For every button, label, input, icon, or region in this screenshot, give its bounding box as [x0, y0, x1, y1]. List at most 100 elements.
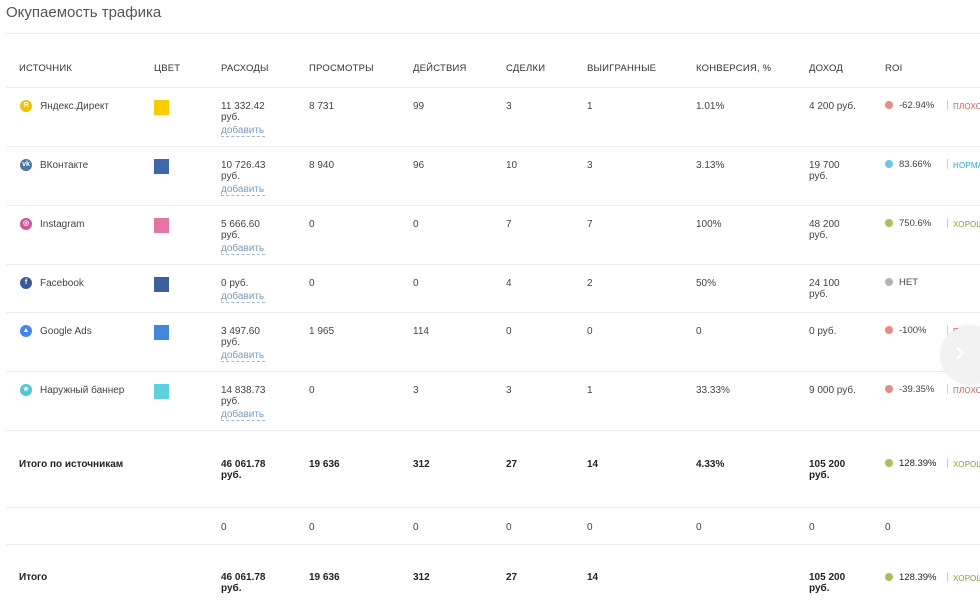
roi-status-label: ПЛОХО [953, 102, 980, 111]
views-cell: 0 [309, 385, 315, 396]
col-actions-header: ДЕЙСТВИЯ [413, 63, 467, 74]
table-row: ★ Наружный баннер 14 838.73 руб. добавить … [6, 372, 980, 431]
actions-cell: 3 [413, 385, 419, 396]
subtotal-roi: 128.39% [899, 458, 937, 469]
conversion-cell: 100% [696, 219, 722, 230]
roi-value: НЕТ [899, 277, 918, 288]
google-ads-icon: ▲ [20, 325, 32, 337]
actions-cell: 0 [413, 219, 419, 230]
total-actions: 312 [413, 572, 430, 583]
conversion-cell: 33.33% [696, 385, 730, 396]
roi-status-dot [885, 160, 893, 168]
page-title: Окупаемость трафика [6, 4, 162, 21]
col-roi-header: ROI [885, 63, 903, 74]
roi-separator [947, 100, 948, 110]
source-name: ВКонтакте [40, 160, 89, 171]
total-roi-status: ХОРОШО [953, 574, 980, 583]
cost-cell: 11 332.42 руб. добавить [221, 101, 265, 137]
conversion-cell: 1.01% [696, 101, 725, 112]
cost-cell: 14 838.73 руб. добавить [221, 385, 266, 421]
subtotal-roi-status: ХОРОШО [953, 460, 980, 469]
add-cost-link[interactable]: добавить [221, 291, 265, 303]
roi-value: 83.66% [899, 159, 932, 170]
roi-separator [947, 384, 948, 394]
other-won: 0 [587, 522, 593, 533]
total-won: 14 [587, 572, 599, 583]
other-views: 0 [309, 522, 315, 533]
cost-cell: 5 666.60 руб. добавить [221, 219, 265, 255]
total-roi: 128.39% [899, 572, 937, 583]
source-name: Наружный баннер [40, 385, 125, 396]
subtotal-roi-separator [947, 458, 948, 468]
cost-cell: 0 руб. добавить [221, 278, 265, 303]
views-cell: 0 [309, 219, 315, 230]
total-roi-separator [947, 572, 948, 582]
subtotal-row: Итого по источникам 46 061.78 руб. 19 636… [6, 431, 980, 508]
subtotal-conversion: 4.33% [696, 459, 725, 470]
deals-cell: 0 [506, 326, 512, 337]
add-cost-link[interactable]: добавить [221, 350, 265, 362]
income-cell: 19 700 руб. [809, 160, 840, 182]
instagram-icon: ◎ [20, 218, 32, 230]
total-cost: 46 061.78 руб. [221, 572, 266, 594]
table-row: ▲ Google Ads 3 497.60 руб. добавить 1 965 … [6, 313, 980, 372]
table-header: ИСТОЧНИК ЦВЕТ РАСХОДЫ ПРОСМОТРЫ ДЕЙСТВИЯ… [6, 34, 980, 88]
yandex-icon: Я [20, 100, 32, 112]
subtotal-income: 105 200 руб. [809, 459, 846, 481]
total-views: 19 636 [309, 572, 340, 583]
won-cell: 1 [587, 101, 593, 112]
roi-status-dot [885, 326, 893, 334]
roi-status-label: НОРМАЛЬНО [953, 161, 980, 170]
col-income-header: ДОХОД [809, 63, 844, 74]
col-cost-header: РАСХОДЫ [221, 63, 269, 74]
deals-cell: 7 [506, 219, 512, 230]
roi-value: -100% [899, 325, 927, 336]
actions-cell: 114 [413, 326, 429, 337]
roi-status-dot [885, 101, 893, 109]
source-color-swatch [154, 384, 169, 399]
income-cell: 9 000 руб. [809, 385, 856, 396]
total-deals: 27 [506, 572, 518, 583]
star-icon: ★ [20, 384, 32, 396]
source-color-swatch [154, 218, 169, 233]
roi-value: -62.94% [899, 100, 935, 111]
actions-cell: 0 [413, 278, 419, 289]
col-deals-header: СДЕЛКИ [506, 63, 546, 74]
subtotal-views: 19 636 [309, 459, 340, 470]
won-cell: 2 [587, 278, 593, 289]
col-views-header: ПРОСМОТРЫ [309, 63, 374, 74]
conversion-cell: 0 [696, 326, 702, 337]
add-cost-link[interactable]: добавить [221, 409, 265, 421]
roi-status-dot [885, 385, 893, 393]
income-cell: 24 100 руб. [809, 278, 840, 300]
subtotal-roi-dot [885, 459, 893, 467]
deals-cell: 10 [506, 160, 518, 171]
table-row: f Facebook 0 руб. добавить 0 0 4 2 50% 24… [6, 265, 980, 313]
add-cost-link[interactable]: добавить [221, 184, 265, 196]
total-row: Итого 46 061.78 руб. 19 636 312 27 14 105… [6, 545, 980, 606]
col-source-header: ИСТОЧНИК [19, 63, 73, 74]
subtotal-actions: 312 [413, 459, 430, 470]
subtotal-label: Итого по источникам [19, 459, 124, 470]
views-cell: 8 731 [309, 101, 335, 112]
income-cell: 48 200 руб. [809, 219, 840, 241]
cost-cell: 10 726.43 руб. добавить [221, 160, 266, 196]
col-won-header: ВЫИГРАННЫЕ [587, 63, 657, 74]
won-cell: 1 [587, 385, 593, 396]
roi-status-dot [885, 278, 893, 286]
col-conversion-header: КОНВЕРСИЯ, % [696, 63, 772, 74]
deals-cell: 3 [506, 385, 512, 396]
table-row: ◎ Instagram 5 666.60 руб. добавить 0 0 7 7… [6, 206, 980, 265]
source-name: Яндекс.Директ [40, 101, 109, 112]
add-cost-link[interactable]: добавить [221, 243, 265, 255]
subtotal-cost: 46 061.78 руб. [221, 459, 266, 481]
roi-separator [947, 218, 948, 228]
vk-icon: vk [20, 159, 32, 171]
deals-cell: 4 [506, 278, 512, 289]
won-cell: 0 [587, 326, 593, 337]
total-label: Итого [19, 572, 48, 583]
table-row: Я Яндекс.Директ 11 332.42 руб. добавить 8 … [6, 88, 980, 147]
conversion-cell: 50% [696, 278, 717, 289]
add-cost-link[interactable]: добавить [221, 125, 265, 137]
chevron-right-icon: › [954, 335, 966, 370]
